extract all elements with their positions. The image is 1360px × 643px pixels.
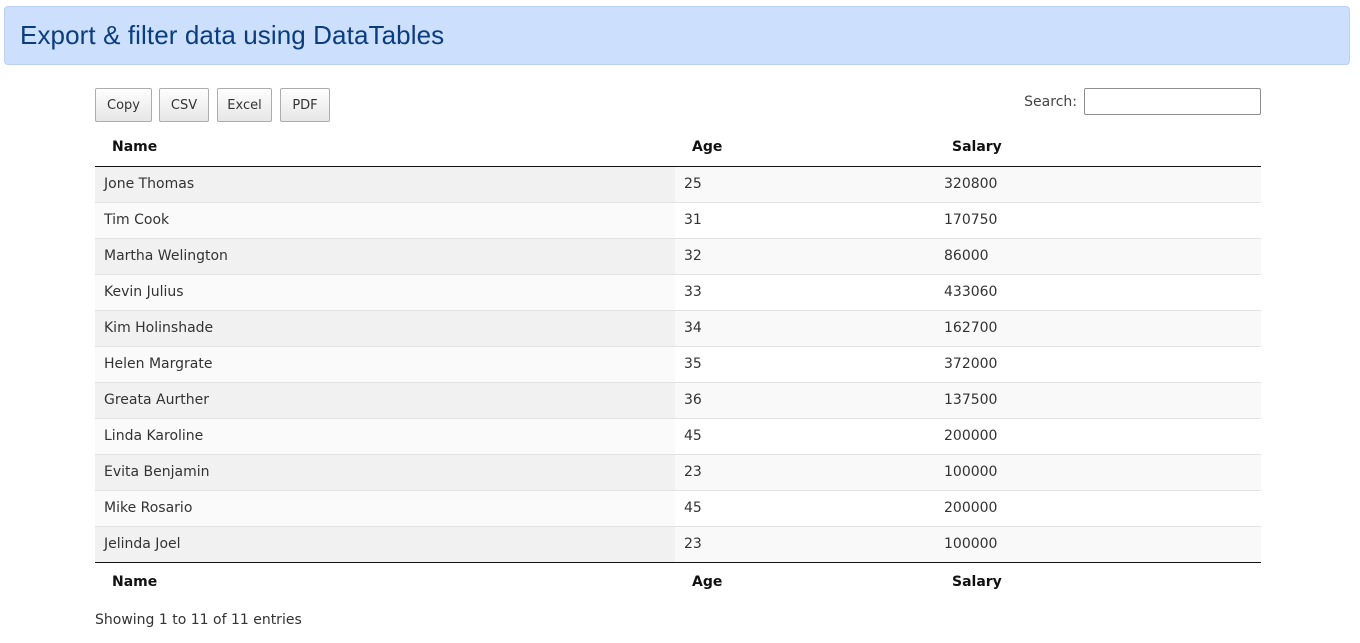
cell-salary: 433060 xyxy=(935,273,1261,310)
cell-salary: 162700 xyxy=(935,309,1261,346)
footer-column-name: Name xyxy=(95,561,675,602)
column-header-name[interactable]: Name xyxy=(95,129,675,167)
cell-salary: 372000 xyxy=(935,345,1261,382)
cell-name: Linda Karoline xyxy=(95,417,675,454)
cell-age: 34 xyxy=(675,309,935,346)
table-row: Greata Aurther 36 137500 xyxy=(95,381,1261,418)
table-row: Tim Cook 31 170750 xyxy=(95,201,1261,238)
table-row: Helen Margrate 35 372000 xyxy=(95,345,1261,382)
table-row: Kim Holinshade 34 162700 xyxy=(95,309,1261,346)
cell-name: Jone Thomas xyxy=(95,166,675,202)
cell-name: Kim Holinshade xyxy=(95,309,675,346)
cell-age: 25 xyxy=(675,166,935,202)
cell-name: Evita Benjamin xyxy=(95,453,675,490)
cell-salary: 100000 xyxy=(935,525,1261,562)
cell-name: Greata Aurther xyxy=(95,381,675,418)
cell-name: Jelinda Joel xyxy=(95,525,675,562)
footer-column-salary: Salary xyxy=(935,561,1261,602)
cell-salary: 200000 xyxy=(935,489,1261,526)
table-row: Kevin Julius 33 433060 xyxy=(95,273,1261,310)
cell-age: 45 xyxy=(675,417,935,454)
table-row: Linda Karoline 45 200000 xyxy=(95,417,1261,454)
search-filter: Search: xyxy=(1024,88,1261,115)
copy-button[interactable]: Copy xyxy=(95,88,152,122)
search-label: Search: xyxy=(1024,93,1077,110)
cell-name: Kevin Julius xyxy=(95,273,675,310)
table-header: Name Age Salary xyxy=(95,129,1261,167)
table-row: Jone Thomas 25 320800 xyxy=(95,166,1261,202)
cell-salary: 137500 xyxy=(935,381,1261,418)
table-body: Jone Thomas 25 320800 Tim Cook 31 170750 Marth… xyxy=(95,166,1261,562)
pdf-button[interactable]: PDF xyxy=(280,88,330,122)
cell-age: 35 xyxy=(675,345,935,382)
cell-name: Mike Rosario xyxy=(95,489,675,526)
table-row: Martha Welington 32 86000 xyxy=(95,237,1261,274)
cell-name: Tim Cook xyxy=(95,201,675,238)
page-header: Export & filter data using DataTables xyxy=(4,6,1350,65)
cell-age: 32 xyxy=(675,237,935,274)
cell-salary: 200000 xyxy=(935,417,1261,454)
data-table: Name Age Salary Jone Thomas 25 320800 Tim C… xyxy=(95,129,1261,602)
cell-salary: 170750 xyxy=(935,201,1261,238)
table-row: Evita Benjamin 23 100000 xyxy=(95,453,1261,490)
excel-button[interactable]: Excel xyxy=(217,88,272,122)
cell-age: 45 xyxy=(675,489,935,526)
cell-age: 36 xyxy=(675,381,935,418)
cell-salary: 100000 xyxy=(935,453,1261,490)
cell-name: Helen Margrate xyxy=(95,345,675,382)
csv-button[interactable]: CSV xyxy=(159,88,209,122)
table-row: Mike Rosario 45 200000 xyxy=(95,489,1261,526)
column-header-age[interactable]: Age xyxy=(675,129,935,167)
cell-age: 23 xyxy=(675,525,935,562)
search-input[interactable] xyxy=(1084,88,1261,115)
cell-age: 23 xyxy=(675,453,935,490)
footer-column-age: Age xyxy=(675,561,935,602)
cell-age: 33 xyxy=(675,273,935,310)
cell-salary: 86000 xyxy=(935,237,1261,274)
table-footer: Name Age Salary xyxy=(95,561,1261,602)
column-header-salary[interactable]: Salary xyxy=(935,129,1261,167)
cell-salary: 320800 xyxy=(935,166,1261,202)
table-info: Showing 1 to 11 of 11 entries xyxy=(95,612,302,628)
cell-age: 31 xyxy=(675,201,935,238)
page-title: Export & filter data using DataTables xyxy=(20,20,445,50)
table-row: Jelinda Joel 23 100000 xyxy=(95,525,1261,562)
cell-name: Martha Welington xyxy=(95,237,675,274)
